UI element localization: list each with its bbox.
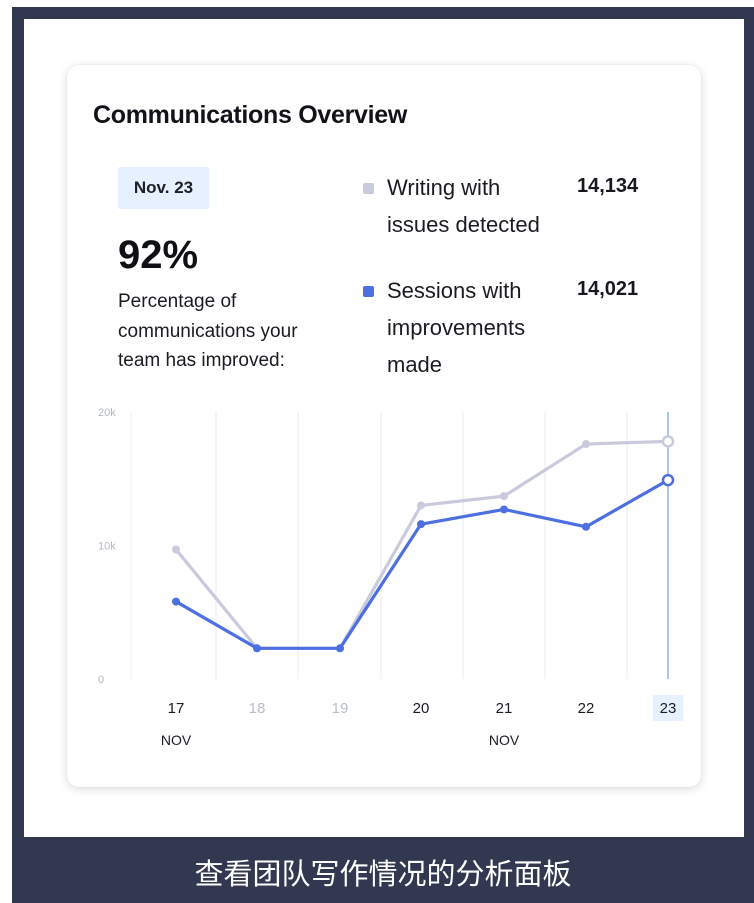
data-point-highlighted: [661, 473, 675, 487]
legend-value-writing-issues: 14,134: [577, 175, 639, 197]
data-point: [582, 440, 590, 449]
data-point: [253, 644, 261, 653]
legend-swatch-sessions-improved: [363, 286, 374, 297]
legend-value-sessions-improved: 14,021: [577, 278, 639, 300]
x-tick-label: 20: [413, 700, 430, 717]
percentage-description: Percentage of communications your team h…: [118, 291, 298, 371]
series-line-writing-issues: [174, 439, 670, 650]
data-point-highlighted: [661, 435, 675, 448]
x-tick-label: 22: [578, 700, 595, 717]
date-badge: Nov. 23: [118, 167, 209, 209]
caption-text: 查看团队写作情况的分析面板: [194, 856, 572, 891]
legend-label-sessions-improved: Sessions with improvements made: [387, 278, 526, 377]
y-tick-label: 0: [98, 674, 104, 686]
data-point: [417, 520, 425, 529]
legend-label-writing-issues: Writing with issues detected: [387, 175, 540, 237]
card-title: Communications Overview: [93, 101, 408, 129]
data-point: [582, 522, 590, 531]
x-tick-label: 18: [249, 700, 266, 717]
x-month-label: NOV: [161, 732, 192, 748]
line-chart-svg: 20k 10k 0 17 NOV 18 19 20 21 NOV 22 23: [98, 407, 683, 748]
line-chart[interactable]: 20k 10k 0 17 NOV 18 19 20 21 NOV 22 23: [67, 395, 701, 755]
x-month-label: NOV: [489, 732, 520, 748]
y-tick-label: 10k: [98, 541, 116, 553]
x-tick-label: 19: [332, 700, 349, 717]
data-point: [172, 545, 180, 554]
data-point: [172, 597, 180, 606]
legend-swatch-writing-issues: [363, 183, 374, 194]
x-tick-label: 23: [660, 700, 677, 717]
data-point: [336, 644, 344, 653]
x-tick-label: 17: [168, 700, 185, 717]
data-point: [500, 492, 508, 501]
communications-overview-card: Communications Overview Nov. 23 92% Perc…: [67, 65, 701, 787]
x-tick-label: 21: [496, 700, 513, 717]
improvement-percentage: 92%: [118, 233, 199, 277]
data-point: [417, 501, 425, 510]
data-point: [500, 505, 508, 514]
y-tick-label: 20k: [98, 407, 116, 419]
